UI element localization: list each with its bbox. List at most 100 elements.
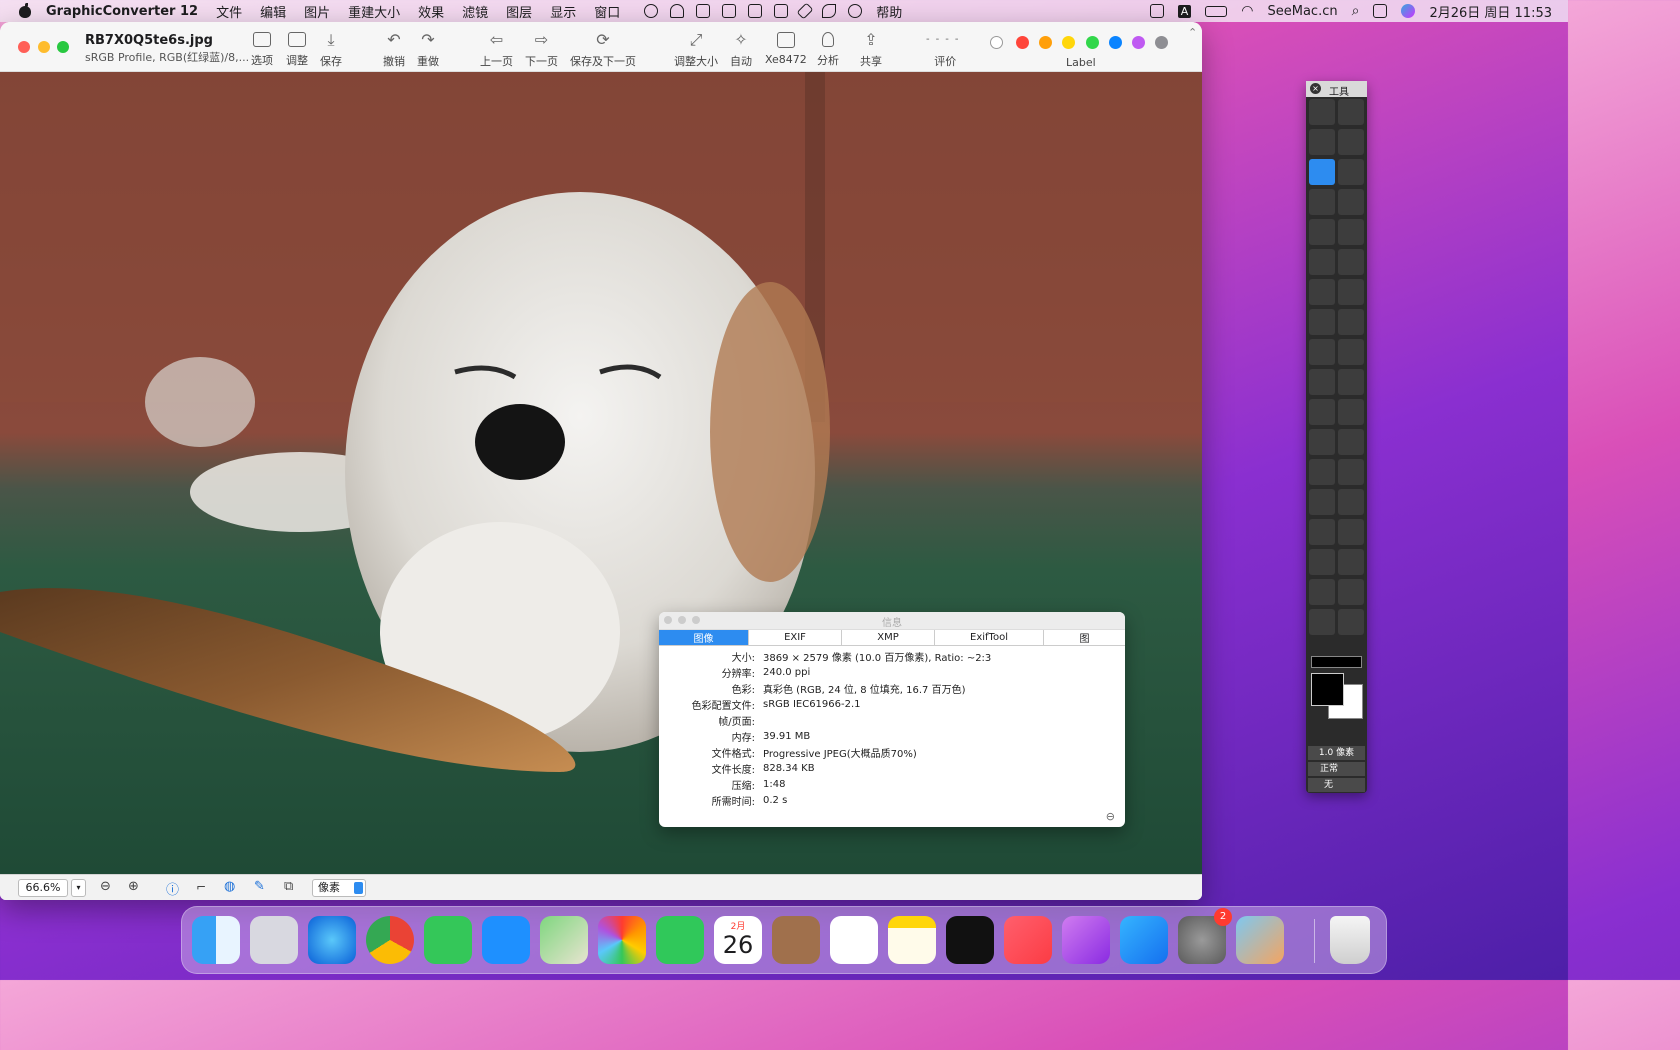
color-replace-icon[interactable] (1338, 519, 1364, 545)
toolbar-overflow-icon[interactable]: ⌃ (1188, 26, 1197, 39)
label-purple-dot[interactable] (1132, 36, 1145, 49)
tab-image[interactable]: 图像 (659, 630, 749, 645)
hand-tool-icon[interactable] (1338, 99, 1364, 125)
app-menu[interactable]: GraphicConverter 12 (46, 4, 198, 19)
mail-icon[interactable] (482, 916, 530, 964)
silhouette-icon[interactable] (1309, 549, 1335, 575)
smudge-icon[interactable] (1309, 459, 1335, 485)
eraser-icon[interactable] (1309, 249, 1335, 275)
siri-icon[interactable] (1401, 4, 1416, 18)
arrow-tool-icon[interactable] (1309, 99, 1335, 125)
stroke-preview[interactable] (1311, 656, 1362, 668)
menu-picture[interactable]: 图片 (304, 2, 330, 21)
burn-icon[interactable] (1338, 489, 1364, 515)
tab-exif[interactable]: EXIF (749, 630, 842, 645)
photos-icon[interactable] (598, 916, 646, 964)
menu-edit[interactable]: 编辑 (260, 2, 286, 21)
undo-button[interactable]: ↶ 撤销 (383, 32, 405, 69)
script-icon[interactable] (1149, 4, 1164, 18)
facetime-icon[interactable] (656, 916, 704, 964)
lasso-icon[interactable] (1338, 129, 1364, 155)
site-label[interactable]: SeeMac.cn (1268, 4, 1338, 19)
fill-select[interactable]: 无 (1308, 778, 1365, 792)
tools-close-icon[interactable]: × (1310, 83, 1321, 94)
clock[interactable]: 2月26日 周日 11:53 (1429, 2, 1552, 21)
next-page-button[interactable]: ⇨ 下一页 (525, 32, 558, 69)
rect-filled-icon[interactable] (1338, 309, 1364, 335)
tab-picture[interactable]: 图 (1044, 630, 1125, 645)
brush-icon[interactable] (796, 2, 814, 20)
resize-button[interactable]: ⤢ 调整大小 (674, 32, 718, 69)
label-yellow-dot[interactable] (1062, 36, 1075, 49)
apple-tv-icon[interactable] (946, 916, 994, 964)
round-rect-filled-icon[interactable] (1338, 339, 1364, 365)
hammer-icon[interactable] (1309, 579, 1335, 605)
calendar-app-icon[interactable]: 2月 26 (714, 916, 762, 964)
round-rect-outline-icon[interactable] (1309, 339, 1335, 365)
drop-icon[interactable] (1309, 429, 1335, 455)
trash-icon[interactable] (1330, 916, 1370, 964)
more-icon[interactable] (848, 4, 863, 18)
copyright-icon[interactable] (1338, 609, 1364, 635)
notes-icon[interactable] (888, 916, 936, 964)
tab-exiftool[interactable]: ExifTool (935, 630, 1044, 645)
analyze-button[interactable]: 分析 (817, 32, 839, 68)
auto-button[interactable]: ✧ 自动 (730, 32, 752, 69)
menu-view[interactable]: 显示 (550, 2, 576, 21)
gift-icon[interactable] (748, 4, 763, 18)
line-tool-icon[interactable] (1309, 279, 1335, 305)
save-button[interactable]: ⤓ 保存 (320, 32, 342, 69)
launchpad-icon[interactable] (250, 916, 298, 964)
paint-bucket-icon[interactable] (1309, 399, 1335, 425)
stamp-icon[interactable] (1338, 399, 1364, 425)
menu-effect[interactable]: 效果 (418, 2, 444, 21)
messages-icon[interactable] (424, 916, 472, 964)
music-icon[interactable] (1004, 916, 1052, 964)
control-center-icon[interactable] (1373, 4, 1388, 18)
polygon-lasso-icon[interactable] (1309, 129, 1335, 155)
rect-select-icon[interactable] (1309, 159, 1335, 185)
zoom-button[interactable] (57, 41, 69, 53)
copy-icon[interactable]: ⧉ (284, 879, 293, 894)
zoom-dropdown-icon[interactable]: ▾ (71, 879, 86, 897)
pattern-icon[interactable] (1338, 189, 1364, 215)
finder-icon[interactable] (192, 916, 240, 964)
label-red-dot[interactable] (1016, 36, 1029, 49)
wifi-icon[interactable]: ◠ (1241, 3, 1253, 19)
sponge-icon[interactable] (1338, 459, 1364, 485)
label-orange-dot[interactable] (1039, 36, 1052, 49)
system-preferences-icon[interactable]: 2 (1178, 908, 1232, 964)
zoom-in-icon[interactable]: ⊕ (128, 879, 139, 894)
menu-filter[interactable]: 滤镜 (462, 2, 488, 21)
cone-icon[interactable] (1338, 429, 1364, 455)
menu-layer[interactable]: 图层 (506, 2, 532, 21)
info-collapse-icon[interactable]: ⊖ (1106, 810, 1115, 823)
ellipse-filled-icon[interactable] (1338, 369, 1364, 395)
prev-page-button[interactable]: ⇦ 上一页 (480, 32, 513, 69)
menu-resize[interactable]: 重建大小 (348, 2, 400, 21)
pencil-icon[interactable] (1309, 219, 1335, 245)
pipette-icon[interactable] (1309, 519, 1335, 545)
close-button[interactable] (18, 41, 30, 53)
syringe-icon[interactable] (1309, 609, 1335, 635)
wrench-icon[interactable]: ✎ (254, 879, 265, 894)
maps-icon[interactable] (540, 916, 588, 964)
search-icon[interactable]: ⌕ (1352, 3, 1360, 19)
zoom-out-icon[interactable]: ⊖ (100, 879, 111, 894)
ellipse-select-icon[interactable] (1338, 159, 1364, 185)
leaf-icon[interactable] (822, 4, 837, 18)
foreground-color-swatch[interactable] (1311, 673, 1344, 706)
share-button[interactable]: ⇪ 共享 (860, 32, 882, 69)
dodge-icon[interactable] (1309, 489, 1335, 515)
rating-control[interactable]: ---- 评价 (926, 32, 964, 68)
battery-icon[interactable] (1205, 5, 1228, 17)
reminders-icon[interactable] (830, 916, 878, 964)
info-icon[interactable]: ⓘ (166, 879, 179, 898)
input-method-indicator[interactable]: A (1177, 4, 1192, 18)
chrome-icon[interactable] (366, 916, 414, 964)
xe-button[interactable]: Xe8472 (765, 32, 807, 68)
globe-icon[interactable]: ◍ (224, 879, 235, 894)
minimize-button[interactable] (38, 41, 50, 53)
contacts-icon[interactable] (772, 916, 820, 964)
watermark-icon[interactable] (1338, 549, 1364, 575)
